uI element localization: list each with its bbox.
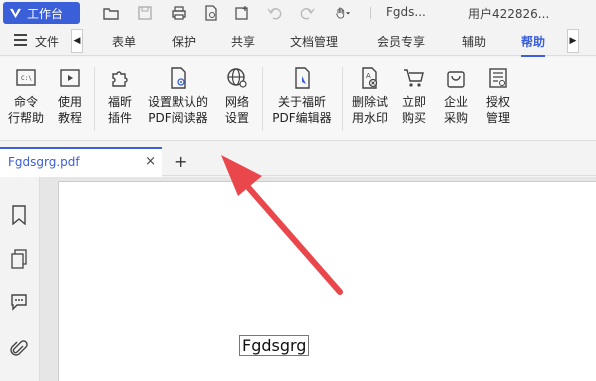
default-reader-label: 设置默认的 bbox=[147, 95, 208, 109]
command-help-label-2: 行帮助 bbox=[7, 111, 44, 125]
file-menu[interactable]: 文件 bbox=[35, 33, 59, 50]
cart-icon bbox=[401, 65, 427, 91]
tab-help[interactable]: 帮助 bbox=[521, 33, 546, 57]
open-folder-icon[interactable] bbox=[102, 4, 120, 22]
default-reader-label-2: PDF阅读器 bbox=[148, 111, 208, 125]
bag-icon bbox=[443, 65, 469, 91]
command-help-icon: C:\ bbox=[13, 65, 39, 91]
remove-watermark-icon: A bbox=[357, 65, 383, 91]
ribbon-divider bbox=[94, 67, 95, 131]
enterprise-purchase-label-2: 采购 bbox=[443, 111, 468, 125]
title-bar: 工作台 Fgds... 用户422826... bbox=[0, 0, 596, 26]
pages-icon[interactable] bbox=[10, 249, 28, 269]
close-tab-icon[interactable]: × bbox=[145, 154, 156, 169]
tab-document-management[interactable]: 文档管理 bbox=[290, 33, 338, 50]
redo-icon[interactable] bbox=[298, 4, 316, 22]
command-help-label: 命令 bbox=[13, 95, 38, 109]
enterprise-purchase-button[interactable]: 企业 采购 bbox=[438, 65, 474, 126]
svg-text:A: A bbox=[366, 72, 371, 80]
about-icon bbox=[289, 65, 315, 91]
remove-watermark-label: 删除试 bbox=[351, 95, 388, 109]
buy-now-button[interactable]: 立即 购买 bbox=[396, 65, 432, 126]
license-management-button[interactable]: 授权 管理 bbox=[480, 65, 516, 126]
new-document-icon[interactable] bbox=[202, 4, 220, 22]
ribbon-divider bbox=[262, 67, 263, 131]
tab-protect[interactable]: 保护 bbox=[172, 33, 196, 50]
license-icon bbox=[485, 65, 511, 91]
hand-tool-icon[interactable] bbox=[330, 4, 356, 22]
document-tab-bar: Fgdsgrg.pdf × + bbox=[0, 141, 596, 177]
pdf-page[interactable]: Fgdsgrg bbox=[58, 181, 596, 381]
add-tab-icon[interactable]: + bbox=[174, 152, 187, 171]
about-label-2: PDF编辑器 bbox=[272, 111, 332, 125]
network-settings-button[interactable]: 网络 设置 bbox=[219, 65, 255, 126]
tab-accessibility[interactable]: 辅助 bbox=[462, 33, 486, 50]
workbench-logo-icon bbox=[9, 8, 22, 18]
document-tab-title: Fgdsgrg.pdf bbox=[8, 155, 80, 169]
enterprise-purchase-label: 企业 bbox=[443, 95, 468, 109]
hamburger-menu-icon[interactable] bbox=[14, 34, 27, 46]
workbench-label: 工作台 bbox=[27, 6, 64, 21]
buy-now-label: 立即 bbox=[401, 95, 426, 109]
remove-watermark-label-2: 用水印 bbox=[351, 111, 388, 125]
svg-text:C:\: C:\ bbox=[21, 75, 32, 82]
comment-icon[interactable] bbox=[10, 292, 28, 312]
document-canvas: Fgdsgrg bbox=[40, 177, 596, 381]
remove-watermark-button[interactable]: A 删除试 用水印 bbox=[348, 65, 392, 126]
plugin-button[interactable]: 福昕 插件 bbox=[100, 65, 140, 126]
workbench-button[interactable]: 工作台 bbox=[3, 2, 80, 24]
tutorial-icon bbox=[57, 65, 83, 91]
buy-now-label-2: 购买 bbox=[401, 111, 426, 125]
document-tab[interactable]: Fgdsgrg.pdf × bbox=[0, 147, 162, 177]
about-label: 关于福昕 bbox=[277, 95, 326, 109]
default-reader-icon bbox=[165, 65, 191, 91]
command-help-button[interactable]: C:\ 命令 行帮助 bbox=[6, 65, 46, 126]
save-icon[interactable] bbox=[136, 4, 154, 22]
tab-scroll-left-button[interactable]: ◀ bbox=[71, 29, 83, 53]
tutorial-label: 使用 bbox=[57, 95, 82, 109]
tab-scroll-right-button[interactable]: ▶ bbox=[567, 29, 579, 53]
about-button[interactable]: 关于福昕 PDF编辑器 bbox=[268, 65, 336, 126]
set-default-reader-button[interactable]: 设置默认的 PDF阅读器 bbox=[143, 65, 213, 126]
network-settings-icon bbox=[224, 65, 250, 91]
ribbon-divider bbox=[342, 67, 343, 131]
page-text[interactable]: Fgdsgrg bbox=[239, 335, 310, 356]
left-sidebar bbox=[0, 177, 40, 381]
tab-member-exclusive[interactable]: 会员专享 bbox=[377, 33, 425, 50]
tutorial-button[interactable]: 使用 教程 bbox=[50, 65, 90, 126]
bookmark-icon[interactable] bbox=[10, 205, 28, 226]
plugin-label-2: 插件 bbox=[107, 111, 132, 125]
license-management-label-2: 管理 bbox=[485, 111, 510, 125]
plugin-icon bbox=[107, 65, 133, 91]
undo-icon[interactable] bbox=[266, 4, 284, 22]
plugin-label: 福昕 bbox=[107, 95, 132, 109]
attachment-icon[interactable] bbox=[10, 339, 28, 359]
network-settings-label-2: 设置 bbox=[224, 111, 249, 125]
help-ribbon: C:\ 命令 行帮助 使用 教程 福昕 插件 设置默认的 PDF阅读器 网络 设… bbox=[0, 57, 596, 141]
license-management-label: 授权 bbox=[485, 95, 510, 109]
chevron-left-icon: ◀ bbox=[73, 36, 81, 46]
filename-label: Fgds... bbox=[386, 5, 426, 19]
toolbar-separator bbox=[370, 7, 371, 19]
create-icon[interactable] bbox=[233, 4, 251, 22]
network-settings-label: 网络 bbox=[224, 95, 249, 109]
chevron-right-icon: ▶ bbox=[569, 36, 577, 46]
user-account[interactable]: 用户422826... bbox=[468, 5, 549, 22]
tutorial-label-2: 教程 bbox=[57, 111, 82, 125]
tab-share[interactable]: 共享 bbox=[231, 33, 255, 50]
menu-tab-bar: 文件 ◀ 表单 保护 共享 文档管理 会员专享 辅助 帮助 ▶ bbox=[0, 26, 596, 57]
print-icon[interactable] bbox=[170, 4, 188, 22]
tab-forms[interactable]: 表单 bbox=[112, 33, 136, 50]
